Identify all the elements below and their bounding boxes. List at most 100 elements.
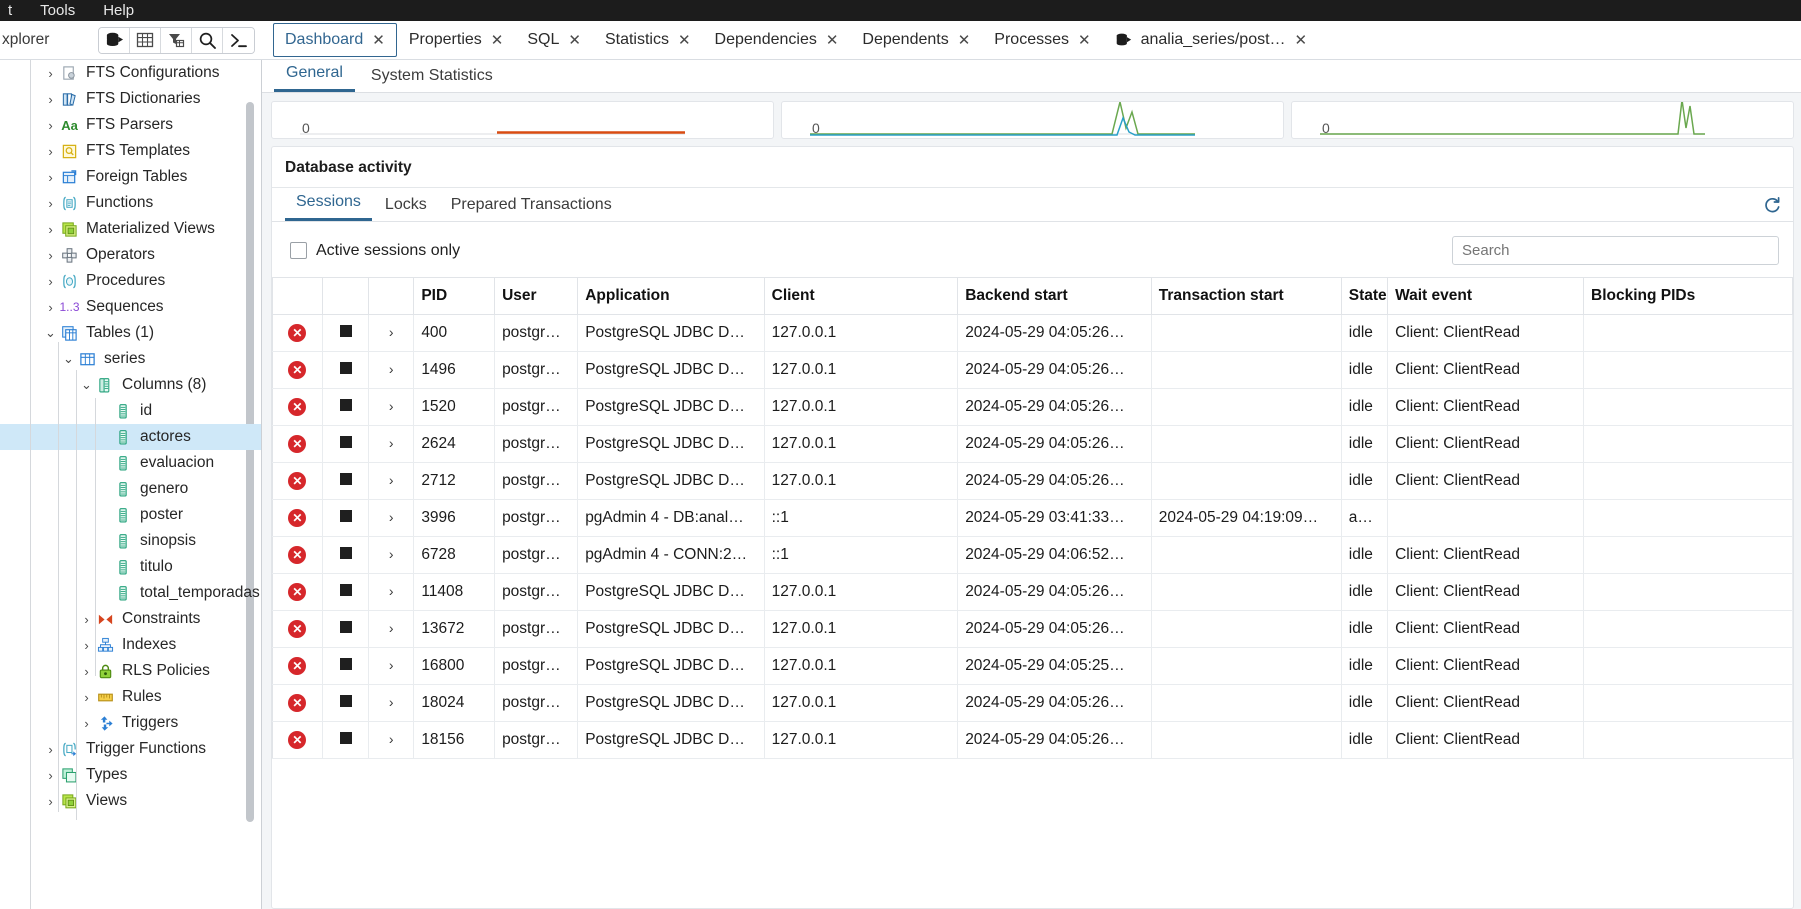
- tree-item-actores[interactable]: actores: [0, 424, 261, 450]
- tree-item-triggers[interactable]: › Triggers: [0, 710, 261, 736]
- tree-item-trigger-functions[interactable]: › Trigger Functions: [0, 736, 261, 762]
- table-row[interactable]: ✕ › 13672 postgr… PostgreSQL JDBC D… 127.0.0.…: [272, 610, 1793, 648]
- chevron-right-icon[interactable]: ›: [80, 612, 93, 627]
- cancel-session-button[interactable]: ✕: [272, 721, 323, 759]
- menu-item-help[interactable]: Help: [89, 0, 148, 21]
- menu-item-tools[interactable]: Tools: [26, 0, 89, 21]
- object-explorer-tree[interactable]: › FTS Configurations › FTS Dictionaries › Aa F…: [0, 60, 262, 909]
- refresh-icon[interactable]: [1759, 192, 1784, 217]
- filtered-rows-icon[interactable]: [161, 27, 192, 53]
- table-row[interactable]: ✕ › 18024 postgr… PostgreSQL JDBC D… 127.0.0.…: [272, 684, 1793, 722]
- chevron-right-icon[interactable]: ›: [389, 324, 394, 340]
- tab-sql[interactable]: SQL ✕: [515, 23, 593, 57]
- stop-icon[interactable]: [339, 732, 352, 744]
- tree-item-views[interactable]: › Views: [0, 788, 261, 814]
- sessions-grid-wrapper[interactable]: PID User Application Client Backend start Tra…: [272, 277, 1793, 908]
- close-icon[interactable]: ✕: [1078, 33, 1091, 48]
- chevron-right-icon[interactable]: ›: [44, 196, 57, 211]
- tree-item-rules[interactable]: › Rules: [0, 684, 261, 710]
- expand-row-button[interactable]: ›: [368, 647, 415, 685]
- cancel-icon[interactable]: ✕: [288, 657, 307, 675]
- cancel-icon[interactable]: ✕: [288, 361, 307, 379]
- cancel-icon[interactable]: ✕: [288, 731, 307, 749]
- chevron-right-icon[interactable]: ›: [44, 742, 57, 757]
- chevron-right-icon[interactable]: ›: [44, 222, 57, 237]
- cancel-icon[interactable]: ✕: [288, 435, 307, 453]
- cancel-session-button[interactable]: ✕: [272, 462, 323, 500]
- column-header-backend-start[interactable]: Backend start: [957, 277, 1152, 315]
- terminate-session-button[interactable]: [322, 351, 370, 389]
- chevron-right-icon[interactable]: ›: [389, 398, 394, 414]
- chevron-right-icon[interactable]: ›: [389, 657, 394, 673]
- tree-item-tables-1[interactable]: ⌄ Tables (1): [0, 320, 261, 346]
- tree-item-columns-8[interactable]: ⌄ Columns (8): [0, 372, 261, 398]
- tree-item-rls-policies[interactable]: › RLS Policies: [0, 658, 261, 684]
- stop-icon[interactable]: [339, 473, 352, 485]
- cancel-icon[interactable]: ✕: [288, 620, 307, 638]
- column-header-transaction-start[interactable]: Transaction start: [1151, 277, 1342, 315]
- column-header-client[interactable]: Client: [764, 277, 959, 315]
- expand-row-button[interactable]: ›: [368, 573, 415, 611]
- cancel-session-button[interactable]: ✕: [272, 684, 323, 722]
- dashboard-subtab-general[interactable]: General: [274, 60, 355, 92]
- column-header-state[interactable]: State: [1341, 277, 1389, 315]
- cancel-session-button[interactable]: ✕: [272, 536, 323, 574]
- stop-icon[interactable]: [339, 658, 352, 670]
- expand-row-button[interactable]: ›: [368, 462, 415, 500]
- tree-item-materialized-views[interactable]: › Materialized Views: [0, 216, 261, 242]
- table-row[interactable]: ✕ › 400 postgr… PostgreSQL JDBC D… 127.0.0.1 2…: [272, 314, 1793, 352]
- chevron-right-icon[interactable]: ›: [389, 472, 394, 488]
- terminate-session-button[interactable]: [322, 314, 370, 352]
- chevron-right-icon[interactable]: ›: [44, 274, 57, 289]
- tree-item-sinopsis[interactable]: sinopsis: [0, 528, 261, 554]
- chevron-down-icon[interactable]: ⌄: [44, 325, 57, 341]
- chevron-right-icon[interactable]: ›: [44, 92, 57, 107]
- chevron-right-icon[interactable]: ›: [80, 690, 93, 705]
- column-header-pid[interactable]: PID: [413, 277, 496, 315]
- terminate-session-button[interactable]: [322, 462, 370, 500]
- cancel-session-button[interactable]: ✕: [272, 388, 323, 426]
- cancel-icon[interactable]: ✕: [288, 509, 307, 527]
- tab-analia-series-post[interactable]: analia_series/post… ✕: [1103, 23, 1320, 57]
- chevron-right-icon[interactable]: ›: [389, 620, 394, 636]
- tree-item-functions[interactable]: › Functions: [0, 190, 261, 216]
- stop-icon[interactable]: [339, 547, 352, 559]
- table-row[interactable]: ✕ › 18156 postgr… PostgreSQL JDBC D… 127.0.0.…: [272, 721, 1793, 759]
- search-icon[interactable]: [192, 27, 223, 53]
- chevron-right-icon[interactable]: ›: [44, 248, 57, 263]
- cancel-icon[interactable]: ✕: [288, 546, 307, 564]
- search-input[interactable]: [1452, 236, 1779, 265]
- cancel-icon[interactable]: ✕: [288, 398, 307, 416]
- chevron-right-icon[interactable]: ›: [389, 435, 394, 451]
- chevron-right-icon[interactable]: ›: [80, 664, 93, 679]
- tree-item-procedures[interactable]: › Procedures: [0, 268, 261, 294]
- cancel-session-button[interactable]: ✕: [272, 499, 323, 537]
- chevron-right-icon[interactable]: ›: [44, 66, 57, 81]
- tab-statistics[interactable]: Statistics ✕: [593, 23, 703, 57]
- column-header-action-0[interactable]: [272, 277, 323, 315]
- tree-item-total-temporadas[interactable]: total_temporadas: [0, 580, 261, 606]
- psql-terminal-icon[interactable]: [223, 27, 254, 53]
- activity-tab-sessions[interactable]: Sessions: [285, 189, 372, 221]
- activity-tab-locks[interactable]: Locks: [374, 192, 438, 221]
- chevron-right-icon[interactable]: ›: [44, 144, 57, 159]
- cancel-icon[interactable]: ✕: [288, 583, 307, 601]
- tree-item-poster[interactable]: poster: [0, 502, 261, 528]
- table-row[interactable]: ✕ › 2712 postgr… PostgreSQL JDBC D… 127.0.0.1…: [272, 462, 1793, 500]
- cancel-session-button[interactable]: ✕: [272, 573, 323, 611]
- chevron-right-icon[interactable]: ›: [389, 546, 394, 562]
- column-header-action-2[interactable]: [368, 277, 415, 315]
- stop-icon[interactable]: [339, 325, 352, 337]
- menu-item-t[interactable]: t: [0, 0, 26, 21]
- tab-properties[interactable]: Properties ✕: [397, 23, 516, 57]
- terminate-session-button[interactable]: [322, 388, 370, 426]
- tree-item-titulo[interactable]: titulo: [0, 554, 261, 580]
- chevron-down-icon[interactable]: ⌄: [62, 351, 75, 367]
- chevron-right-icon[interactable]: ›: [44, 768, 57, 783]
- cancel-session-button[interactable]: ✕: [272, 647, 323, 685]
- chevron-right-icon[interactable]: ›: [80, 716, 93, 731]
- cancel-session-button[interactable]: ✕: [272, 425, 323, 463]
- terminate-session-button[interactable]: [322, 610, 370, 648]
- tree-item-fts-dictionaries[interactable]: › FTS Dictionaries: [0, 86, 261, 112]
- cancel-session-button[interactable]: ✕: [272, 314, 323, 352]
